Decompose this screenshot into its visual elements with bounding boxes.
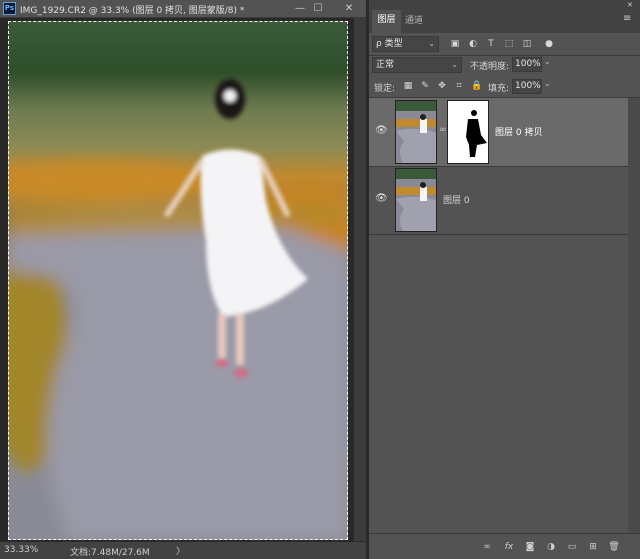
photoshop-logo-icon: Ps	[3, 2, 16, 15]
tab-layers[interactable]: 图层	[372, 10, 401, 33]
panel-close-icon[interactable]: ✕	[627, 1, 633, 9]
status-menu-arrow-icon[interactable]: 〉	[176, 544, 185, 557]
fill-label: 填充:	[488, 84, 510, 94]
opacity-input[interactable]: 100%	[512, 57, 542, 72]
delete-layer-icon[interactable]: 🗑	[608, 541, 620, 553]
lock-artboard-icon[interactable]: ⌗	[453, 80, 465, 92]
layer-row[interactable]: 👁 图层 0	[369, 166, 628, 234]
new-group-icon[interactable]: ▭	[566, 541, 578, 553]
lock-all-icon[interactable]: 🔒	[471, 80, 483, 92]
adjustment-layer-icon[interactable]: ◑	[545, 541, 557, 553]
visibility-eye-icon[interactable]: 👁	[375, 193, 388, 204]
canvas-area[interactable]	[0, 18, 366, 541]
status-bar: 33.33% 文档:7.48M/27.6M 〉	[0, 541, 366, 559]
document-title-bar[interactable]: Ps IMG_1929.CR2 @ 33.3% (图层 0 拷贝, 图层蒙版/8…	[0, 0, 366, 18]
filter-kind-label: ρ 类型	[376, 39, 403, 49]
document-title: IMG_1929.CR2 @ 33.3% (图层 0 拷贝, 图层蒙版/8) *	[20, 6, 245, 16]
panel-bottom-toolbar: ∞ fx ◙ ◑ ▭ ⊞ 🗑	[369, 533, 640, 559]
zoom-level[interactable]: 33.33%	[4, 545, 38, 555]
vertical-scrollbar[interactable]	[354, 18, 366, 541]
close-document-button[interactable]: ✕	[341, 1, 357, 17]
document-window: Ps IMG_1929.CR2 @ 33.3% (图层 0 拷贝, 图层蒙版/8…	[0, 0, 366, 559]
maximize-button[interactable]: ☐	[310, 1, 326, 17]
fill-input[interactable]: 100%	[512, 79, 542, 94]
layer-name[interactable]: 图层 0	[443, 193, 470, 206]
layer-thumbnail	[395, 100, 437, 164]
layer-style-fx-icon[interactable]: fx	[503, 541, 515, 553]
tab-channels[interactable]: 通道	[405, 13, 423, 26]
layer-filter-dropdown[interactable]: ρ 类型 ⌄	[372, 36, 439, 52]
layers-scrollbar[interactable]	[628, 98, 640, 533]
document-size: 文档:7.48M/27.6M	[70, 548, 150, 558]
link-layers-icon[interactable]: ∞	[481, 541, 493, 553]
photo-image	[8, 21, 348, 540]
fill-dropdown-icon[interactable]: ⌄	[544, 79, 551, 88]
lock-brush-icon[interactable]: ✎	[419, 80, 431, 92]
lock-transparent-icon[interactable]: ▦	[402, 80, 414, 92]
layer-thumbnail	[395, 168, 437, 232]
mask-link-icon[interactable]: ∞	[439, 125, 447, 135]
filter-adjustment-icon[interactable]: ◐	[467, 38, 479, 50]
layers-panel: ✕ 图层 通道 ≡ ρ 类型 ⌄ ▣ ◐ T ⬚ ◫ ● 正常 ⌄ 不透明度: 10…	[369, 0, 640, 559]
opacity-label: 不透明度:	[470, 62, 510, 72]
filter-pixel-icon[interactable]: ▣	[449, 38, 461, 50]
layer-row-selected[interactable]: 👁 ∞ 图层 0 拷贝	[369, 98, 628, 166]
photo-canvas[interactable]	[8, 21, 348, 540]
filter-smart-object-icon[interactable]: ◫	[521, 38, 533, 50]
panel-menu-icon[interactable]: ≡	[623, 13, 631, 24]
filter-toggle-icon[interactable]: ●	[543, 38, 555, 50]
minimize-button[interactable]: —	[292, 1, 308, 17]
add-mask-icon[interactable]: ◙	[524, 541, 536, 553]
lock-label: 锁定:	[374, 84, 396, 94]
panel-tab-bar: ✕ 图层 通道 ≡	[369, 0, 640, 33]
blend-mode-value: 正常	[376, 60, 395, 70]
visibility-eye-icon[interactable]: 👁	[375, 125, 388, 136]
blend-mode-dropdown[interactable]: 正常 ⌄	[372, 57, 462, 73]
new-layer-icon[interactable]: ⊞	[587, 541, 599, 553]
layer-name[interactable]: 图层 0 拷贝	[495, 125, 542, 138]
filter-type-icon[interactable]: T	[485, 38, 497, 50]
lock-position-icon[interactable]: ✥	[436, 80, 448, 92]
filter-shape-icon[interactable]: ⬚	[503, 38, 515, 50]
opacity-dropdown-icon[interactable]: ⌄	[544, 57, 551, 66]
layer-mask-thumbnail[interactable]	[447, 100, 489, 164]
